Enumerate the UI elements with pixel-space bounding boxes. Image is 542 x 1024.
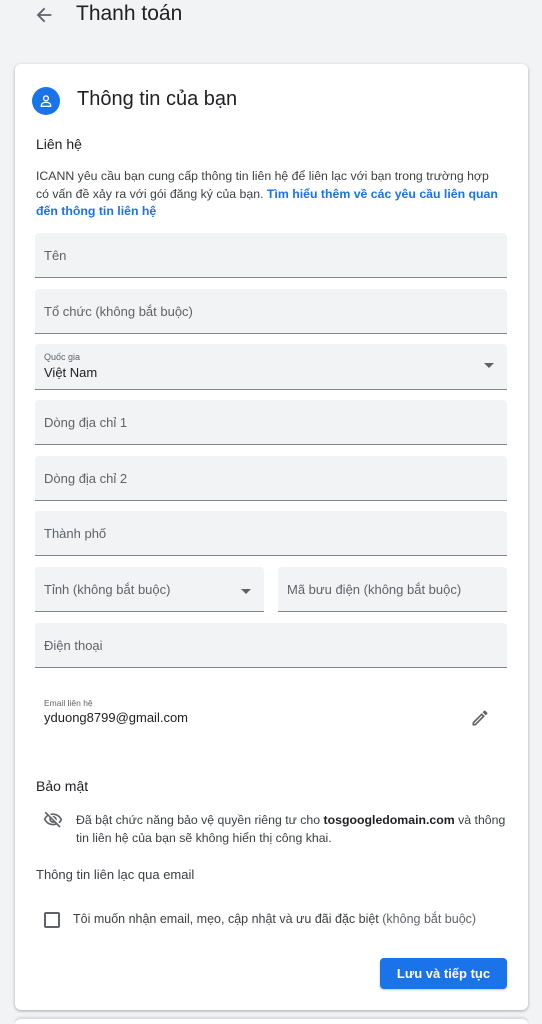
pencil-icon[interactable] xyxy=(470,708,490,728)
name-field[interactable]: Tên xyxy=(35,233,507,278)
country-label: Quốc gia xyxy=(44,352,81,362)
privacy-text-before: Đã bật chức năng bảo vệ quyền riêng tư c… xyxy=(76,813,324,827)
address-line-1-field[interactable]: Dòng địa chỉ 1 xyxy=(35,400,507,445)
name-placeholder: Tên xyxy=(44,248,67,263)
caret-down-icon xyxy=(241,589,251,594)
marketing-email-label[interactable]: Tôi muốn nhận email, mẹo, cập nhật và ưu… xyxy=(73,912,476,926)
caret-down-icon xyxy=(484,363,494,368)
phone-placeholder: Điện thoại xyxy=(44,638,103,653)
visibility-off-icon xyxy=(43,811,63,828)
contact-heading: Liên hệ xyxy=(36,136,82,152)
arrow-back-icon[interactable] xyxy=(33,4,55,26)
top-bar: Thanh toán xyxy=(0,0,542,40)
email-prefs-heading: Thông tin liên lạc qua email xyxy=(36,867,195,882)
email-label: Email liên hệ xyxy=(44,698,93,708)
country-select[interactable]: Quốc gia Việt Nam xyxy=(35,344,507,390)
postal-code-field[interactable]: Mã bưu điện (không bắt buộc) xyxy=(278,567,507,612)
organization-field[interactable]: Tổ chức (không bắt buộc) xyxy=(35,289,507,334)
privacy-domain: tosgoogledomain.com xyxy=(323,813,455,827)
email-value: yduong8799@gmail.com xyxy=(44,710,189,725)
marketing-email-checkbox[interactable] xyxy=(44,912,60,928)
province-select[interactable]: Tỉnh (không bắt buộc) xyxy=(35,567,264,612)
province-placeholder: Tỉnh (không bắt buộc) xyxy=(44,582,171,597)
privacy-text: Đã bật chức năng bảo vệ quyền riêng tư c… xyxy=(76,811,506,847)
organization-placeholder: Tổ chức (không bắt buộc) xyxy=(44,304,193,319)
address-line-2-field[interactable]: Dòng địa chỉ 2 xyxy=(35,456,507,501)
page-title: Thanh toán xyxy=(76,2,183,25)
country-value: Việt Nam xyxy=(44,365,98,380)
next-card-edge xyxy=(15,1018,528,1024)
marketing-email-optional: (không bắt buộc) xyxy=(378,912,477,926)
save-and-continue-button[interactable]: Lưu và tiếp tục xyxy=(380,958,507,989)
person-icon xyxy=(32,87,60,115)
city-field[interactable]: Thành phố xyxy=(35,511,507,556)
marketing-email-text: Tôi muốn nhận email, mẹo, cập nhật và ưu… xyxy=(73,912,379,926)
phone-field[interactable]: Điện thoại xyxy=(35,623,507,668)
city-placeholder: Thành phố xyxy=(44,526,107,541)
privacy-heading: Bảo mật xyxy=(36,778,89,794)
address-line-2-placeholder: Dòng địa chỉ 2 xyxy=(44,471,128,486)
address-line-1-placeholder: Dòng địa chỉ 1 xyxy=(44,415,128,430)
section-title: Thông tin của bạn xyxy=(77,88,238,110)
contact-description: ICANN yêu cầu bạn cung cấp thông tin liê… xyxy=(36,168,502,221)
postal-code-placeholder: Mã bưu điện (không bắt buộc) xyxy=(287,582,462,597)
